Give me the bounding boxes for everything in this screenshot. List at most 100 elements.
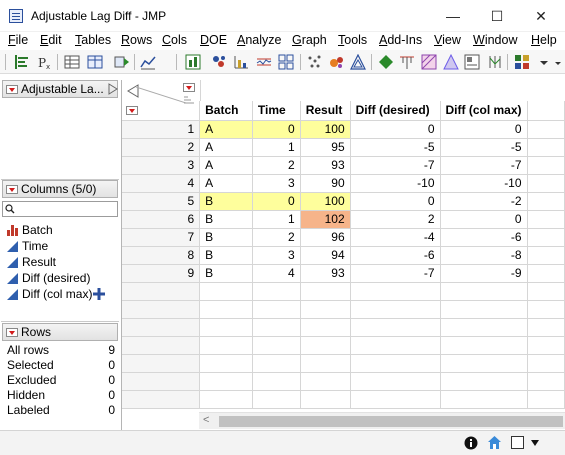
table-cell[interactable]: -10 — [440, 174, 528, 193]
row-number[interactable]: 5 — [122, 192, 201, 211]
table-cell[interactable]: -9 — [440, 264, 528, 283]
table-cell[interactable]: 1 — [252, 138, 301, 157]
menu-tables[interactable]: Tables — [75, 33, 111, 47]
row-number[interactable]: 4 — [122, 174, 201, 193]
red-triangle-menu-icon[interactable] — [6, 328, 18, 337]
scatter-3d-icon[interactable] — [306, 54, 322, 70]
ternary-plot-icon[interactable] — [350, 54, 366, 70]
table-cell[interactable]: 100 — [300, 120, 351, 139]
table-row[interactable]: 3 A 2 93 -7 -7 — [122, 156, 565, 175]
table-cell[interactable]: 4 — [252, 264, 301, 283]
menu-file[interactable]: File — [8, 33, 28, 47]
red-triangle-menu-icon[interactable] — [6, 185, 18, 194]
column-item-time[interactable]: Time — [7, 238, 48, 254]
maximize-button[interactable]: ☐ — [475, 4, 519, 28]
menu-doe[interactable]: DOE — [200, 33, 227, 47]
table-edit-icon[interactable] — [87, 54, 103, 70]
table-cell[interactable]: 3 — [252, 246, 301, 265]
table-cell[interactable]: A — [199, 156, 253, 175]
table-cell[interactable]: -8 — [440, 246, 528, 265]
horizontal-scrollbar[interactable]: < — [199, 412, 565, 429]
table-cell[interactable]: -10 — [350, 174, 441, 193]
column-header-batch[interactable]: Batch — [199, 101, 253, 121]
menu-add-ins[interactable]: Add-Ins — [379, 33, 422, 47]
menu-tools[interactable]: Tools — [338, 33, 367, 47]
table-cell[interactable]: B — [199, 264, 253, 283]
column-item-result[interactable]: Result — [7, 254, 56, 270]
table-row[interactable]: 4 A 3 90 -10 -10 — [122, 174, 565, 193]
red-triangle-menu-icon[interactable] — [6, 85, 18, 94]
table-cell[interactable]: 0 — [252, 120, 301, 139]
column-item-batch[interactable]: Batch — [7, 222, 53, 238]
table-cell[interactable]: -5 — [440, 138, 528, 157]
table-cell[interactable]: 3 — [252, 174, 301, 193]
table-row[interactable]: 2 A 1 95 -5 -5 — [122, 138, 565, 157]
table-cell[interactable]: 1 — [252, 210, 301, 229]
column-item-diff-desired[interactable]: Diff (desired) — [7, 270, 90, 286]
fit-y-by-x-icon[interactable] — [211, 54, 227, 70]
table-cell[interactable]: -2 — [440, 192, 528, 211]
table-cell[interactable]: A — [199, 138, 253, 157]
columns-red-triangle-icon[interactable] — [183, 83, 195, 92]
table-cell[interactable]: -4 — [350, 228, 441, 247]
toolbar-overflow-icon[interactable] — [552, 54, 565, 70]
chevron-down-icon[interactable] — [536, 54, 552, 70]
table-cell[interactable]: 2 — [350, 210, 441, 229]
graph-builder-icon[interactable] — [140, 54, 156, 70]
columns-panel-header[interactable]: Columns (5/0) — [2, 180, 118, 198]
chevron-down-icon[interactable] — [530, 438, 540, 448]
table-cell[interactable]: 90 — [300, 174, 351, 193]
contour-plot-icon[interactable] — [421, 54, 437, 70]
row-number[interactable]: 9 — [122, 264, 201, 283]
column-item-diff-col-max[interactable]: Diff (col max) — [7, 286, 92, 302]
column-header-diff-desired[interactable]: Diff (desired) — [350, 101, 441, 121]
table-row[interactable]: 8 B 3 94 -6 -8 — [122, 246, 565, 265]
column-header-result[interactable]: Result — [300, 101, 351, 121]
table-cell[interactable]: 94 — [300, 246, 351, 265]
table-cell[interactable]: -7 — [350, 156, 441, 175]
table-panel-header[interactable]: Adjustable La... — [2, 80, 118, 98]
menu-window[interactable]: Window — [473, 33, 517, 47]
menu-edit[interactable]: Edit — [40, 33, 62, 47]
table-cell[interactable]: 95 — [300, 138, 351, 157]
table-cell[interactable]: A — [199, 120, 253, 139]
parallel-plot-icon[interactable] — [487, 54, 503, 70]
table-row[interactable]: 9 B 4 93 -7 -9 — [122, 264, 565, 283]
menu-view[interactable]: View — [434, 33, 461, 47]
column-header-time[interactable]: Time — [252, 101, 301, 121]
row-number[interactable]: 8 — [122, 246, 201, 265]
table-cell[interactable]: 100 — [300, 192, 351, 211]
menu-cols[interactable]: Cols — [162, 33, 187, 47]
row-number[interactable]: 1 — [122, 120, 201, 139]
table-cell[interactable]: 0 — [252, 192, 301, 211]
table-cell[interactable]: 2 — [252, 156, 301, 175]
column-search-input[interactable] — [2, 201, 118, 217]
minimize-button[interactable]: — — [431, 4, 475, 28]
triangle-plot-icon[interactable] — [443, 54, 459, 70]
table-row[interactable]: 1 A 0 100 0 0 — [122, 120, 565, 139]
menu-graph[interactable]: Graph — [292, 33, 327, 47]
table-icon[interactable] — [64, 54, 80, 70]
table-row[interactable]: 5 B 0 100 0 -2 — [122, 192, 565, 211]
row-number[interactable]: 7 — [122, 228, 201, 247]
bubble-plot-icon[interactable] — [329, 54, 345, 70]
table-cell[interactable]: 0 — [350, 120, 441, 139]
table-cell[interactable]: -5 — [350, 138, 441, 157]
menu-help[interactable]: Help — [531, 33, 557, 47]
partition-icon[interactable] — [378, 54, 394, 70]
profiler-icon[interactable] — [464, 54, 480, 70]
formula-icon[interactable]: Px — [37, 54, 53, 70]
control-chart-icon[interactable] — [256, 54, 272, 70]
table-cell[interactable]: B — [199, 228, 253, 247]
table-cell[interactable]: -6 — [440, 228, 528, 247]
run-script-icon[interactable] — [114, 54, 130, 70]
row-number[interactable]: 3 — [122, 156, 201, 175]
surface-plot-icon[interactable] — [399, 54, 415, 70]
rows-panel-header[interactable]: Rows — [2, 323, 118, 341]
scrollbar-thumb[interactable] — [219, 416, 563, 427]
table-cell[interactable]: 93 — [300, 156, 351, 175]
align-left-icon[interactable] — [14, 54, 30, 70]
table-cell[interactable]: -7 — [440, 156, 528, 175]
table-cell[interactable]: -7 — [350, 264, 441, 283]
table-cell[interactable]: 96 — [300, 228, 351, 247]
